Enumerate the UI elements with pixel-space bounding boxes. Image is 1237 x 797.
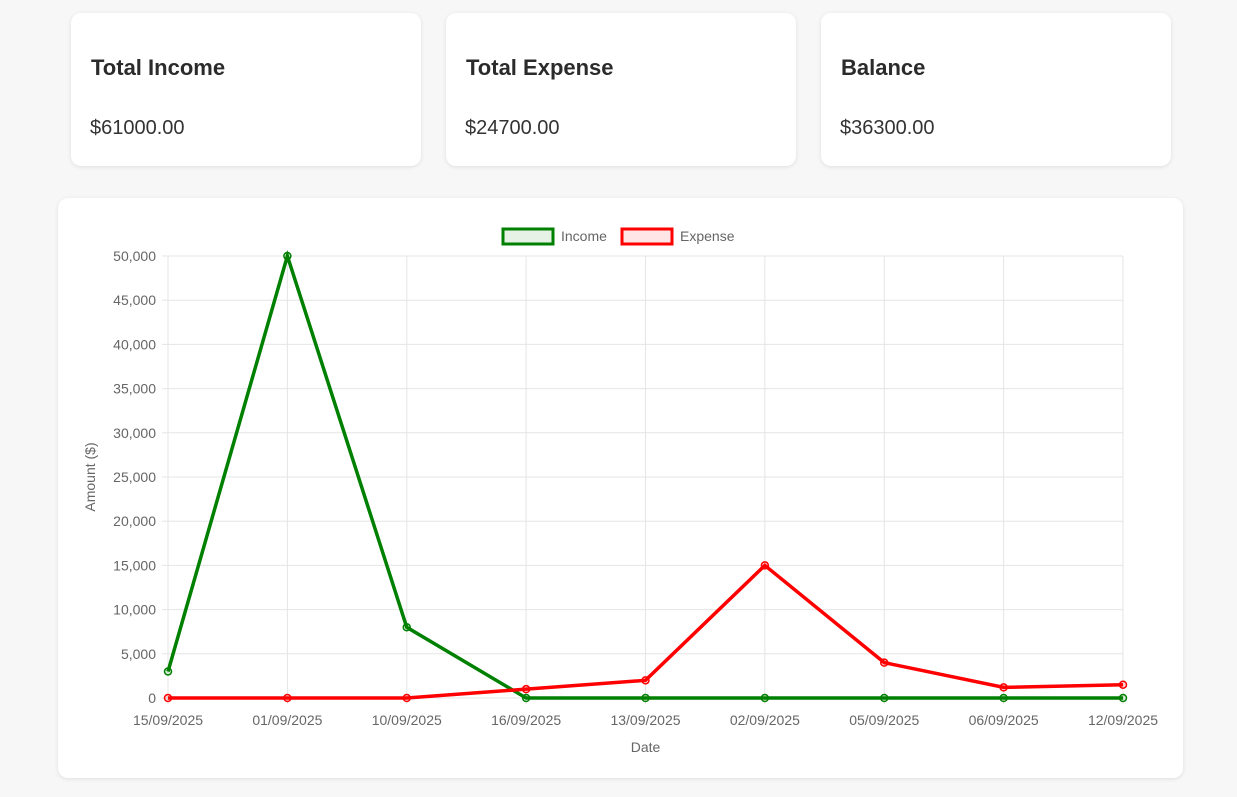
expense-point[interactable]: [402, 693, 411, 703]
balance-card: Balance $36300.00: [821, 13, 1171, 166]
legend-swatch-expense[interactable]: [620, 227, 674, 246]
income-card: Total Income $61000.00: [71, 13, 421, 166]
income-point[interactable]: [1118, 693, 1128, 703]
income-point[interactable]: [163, 667, 173, 676]
income-point[interactable]: [760, 693, 770, 703]
expense-point[interactable]: [760, 561, 770, 570]
legend-label-expense[interactable]: Expense: [680, 228, 735, 244]
expense-point[interactable]: [1118, 680, 1128, 689]
income-point[interactable]: [283, 251, 292, 261]
x-tick-label: 05/09/2025: [849, 712, 919, 728]
x-tick-label: 10/09/2025: [372, 712, 442, 728]
y-tick-label: 20,000: [113, 513, 156, 529]
y-tick-label: 0: [148, 690, 156, 706]
y-tick-label: 25,000: [113, 469, 156, 485]
income-point[interactable]: [641, 693, 650, 703]
income-card-value: $61000.00: [90, 117, 185, 139]
expense-point[interactable]: [163, 693, 173, 703]
x-tick-label: 12/09/2025: [1088, 712, 1158, 728]
balance-card-title: Balance: [841, 55, 926, 80]
x-tick-label: 13/09/2025: [610, 712, 680, 728]
legend-label-income[interactable]: Income: [561, 228, 607, 244]
x-tick-label: 02/09/2025: [730, 712, 800, 728]
expense-card-title: Total Expense: [466, 55, 614, 80]
legend-swatch-income[interactable]: [501, 227, 555, 246]
expense-point[interactable]: [283, 693, 292, 703]
y-tick-label: 45,000: [113, 292, 156, 308]
x-tick-label: 01/09/2025: [252, 712, 322, 728]
income-point[interactable]: [521, 693, 531, 703]
x-tick-label: 06/09/2025: [969, 712, 1039, 728]
expense-point[interactable]: [521, 684, 531, 694]
expense-card-value: $24700.00: [465, 117, 560, 139]
y-tick-label: 35,000: [113, 381, 156, 397]
expense-point[interactable]: [641, 676, 650, 685]
income-card-title: Total Income: [91, 55, 226, 80]
income-point[interactable]: [999, 693, 1008, 703]
expense-point[interactable]: [880, 658, 889, 667]
expense-point[interactable]: [999, 683, 1008, 692]
x-tick-label: 15/09/2025: [133, 712, 203, 728]
y-tick-label: 5,000: [121, 646, 156, 662]
income-point[interactable]: [402, 623, 411, 632]
x-axis-title: Date: [631, 739, 661, 755]
y-tick-label: 10,000: [113, 602, 156, 618]
x-tick-label: 16/09/2025: [491, 712, 561, 728]
balance-card-value: $36300.00: [840, 117, 935, 139]
y-tick-label: 50,000: [113, 248, 156, 264]
y-tick-label: 15,000: [113, 557, 156, 573]
expense-card: Total Expense $24700.00: [446, 13, 796, 166]
chart-panel: 0 5,000 10,000 15,000 20,000 25,000 30,000 35,0…: [58, 198, 1183, 778]
y-axis-title: Amount ($): [82, 442, 98, 511]
y-tick-label: 40,000: [113, 336, 156, 352]
y-tick-label: 30,000: [113, 425, 156, 441]
line-chart: 0 5,000 10,000 15,000 20,000 25,000 30,000 35,0…: [82, 227, 1158, 755]
income-point[interactable]: [880, 693, 889, 703]
